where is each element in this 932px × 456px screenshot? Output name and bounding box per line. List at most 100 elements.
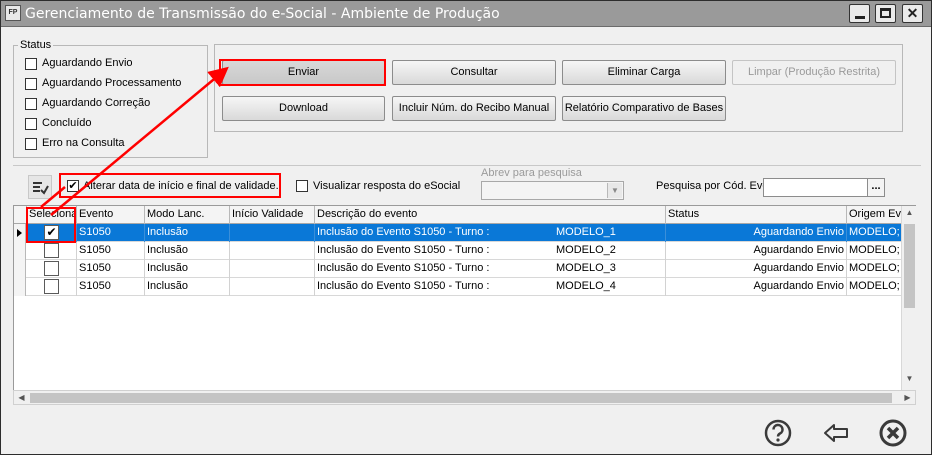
cell-evento: S1050 <box>77 242 145 260</box>
status-option-label: Aguardando Envio <box>42 57 133 69</box>
column-header-evento[interactable]: Evento <box>77 206 145 224</box>
status-checkbox[interactable] <box>25 118 37 130</box>
scroll-down-icon[interactable]: ▼ <box>902 372 917 386</box>
cell-descricao: Inclusão do Evento S1050 - Turno : MODEL… <box>315 242 666 260</box>
abrev-select[interactable]: ▼ <box>481 181 624 200</box>
back-button[interactable] <box>821 418 851 448</box>
status-checkbox[interactable] <box>25 78 37 90</box>
cell-origem: MODELO; <box>849 280 900 292</box>
eliminar-carga-button[interactable]: Eliminar Carga <box>562 60 726 85</box>
minimize-icon <box>855 16 865 19</box>
visualizar-resposta-checkbox[interactable] <box>296 180 308 192</box>
cell-evento: S1050 <box>77 260 145 278</box>
row-checkbox[interactable] <box>44 261 59 276</box>
separator <box>13 165 921 166</box>
row-indicator <box>14 242 26 260</box>
cell-descricao: Inclusão do Evento S1050 - Turno : MODEL… <box>315 260 666 278</box>
table-row[interactable]: S1050 Inclusão Inclusão do Evento S1050 … <box>14 260 901 278</box>
scroll-up-icon[interactable]: ▲ <box>902 206 917 220</box>
table-row[interactable]: ✔ S1050 Inclusão Inclusão do Evento S105… <box>14 224 901 242</box>
cell-status: Aguardando Envio <box>666 260 847 278</box>
cell-inicio <box>230 242 315 260</box>
status-option-label: Aguardando Processamento <box>42 77 182 89</box>
events-grid: Seleciona Evento Modo Lanc. Início Valid… <box>13 205 916 391</box>
cell-descricao: Inclusão do Evento S1050 - Turno : MODEL… <box>315 278 666 296</box>
main-window: FP Gerenciamento de Transmissão do e-Soc… <box>0 0 932 455</box>
pesquisa-input[interactable] <box>763 178 868 197</box>
vertical-scrollbar[interactable]: ▲ ▼ <box>901 206 916 390</box>
modelo-text: MODELO_2 <box>556 244 616 256</box>
close-x-icon: ✕ <box>906 5 919 21</box>
incluir-recibo-button[interactable]: Incluir Núm. do Recibo Manual <box>392 96 556 121</box>
close-button[interactable] <box>878 418 908 448</box>
descricao-text: Inclusão do Evento S1050 - Turno : <box>317 262 490 274</box>
select-all-button[interactable] <box>28 175 52 199</box>
table-row[interactable]: S1050 Inclusão Inclusão do Evento S1050 … <box>14 242 901 260</box>
header-indicator <box>14 206 27 224</box>
cell-modo: Inclusão <box>145 242 230 260</box>
limpar-button[interactable]: Limpar (Produção Restrita) <box>732 60 896 85</box>
descricao-text: Inclusão do Evento S1050 - Turno : <box>317 226 490 238</box>
back-arrow-icon <box>824 424 848 442</box>
cell-inicio <box>230 278 315 296</box>
cell-status: Aguardando Envio <box>666 278 847 296</box>
modelo-text: MODELO_3 <box>556 262 616 274</box>
maximize-icon <box>880 8 891 18</box>
row-indicator <box>14 278 26 296</box>
column-header-seleciona[interactable]: Seleciona <box>27 206 77 224</box>
status-option-label: Concluído <box>42 117 92 129</box>
status-option-label: Aguardando Correção <box>42 97 151 109</box>
column-header-modo[interactable]: Modo Lanc. <box>145 206 230 224</box>
window-close-button[interactable]: ✕ <box>902 4 923 23</box>
cell-origem: MODELO; <box>849 226 900 238</box>
horizontal-scrollbar[interactable]: ◀ ▶ <box>13 390 916 405</box>
status-checkbox[interactable] <box>25 98 37 110</box>
consultar-button[interactable]: Consultar <box>392 60 556 85</box>
status-checkbox[interactable] <box>25 58 37 70</box>
row-indicator <box>14 224 26 242</box>
cell-modo: Inclusão <box>145 224 230 242</box>
cell-origem: MODELO; <box>849 244 900 256</box>
close-icon <box>879 419 907 447</box>
cell-status: Aguardando Envio <box>666 224 847 242</box>
status-option-label: Erro na Consulta <box>42 137 125 149</box>
column-header-origem[interactable]: Origem Eve <box>847 206 901 224</box>
status-checkbox[interactable] <box>25 138 37 150</box>
abrev-label: Abrev para pesquisa <box>481 167 582 179</box>
alterar-validade-checkbox[interactable]: ✔ <box>67 180 79 192</box>
chevron-down-icon[interactable]: ▼ <box>607 183 622 198</box>
horizontal-scroll-thumb[interactable] <box>30 393 892 403</box>
cell-origem: MODELO; <box>849 262 900 274</box>
cell-modo: Inclusão <box>145 278 230 296</box>
scroll-left-icon[interactable]: ◀ <box>14 391 29 404</box>
descricao-text: Inclusão do Evento S1050 - Turno : <box>317 244 490 256</box>
cell-evento: S1050 <box>77 278 145 296</box>
column-header-inicio[interactable]: Início Validade <box>230 206 315 224</box>
cell-evento: S1050 <box>77 224 145 242</box>
help-icon <box>764 419 792 447</box>
relatorio-comparativo-button[interactable]: Relatório Comparativo de Bases <box>562 96 726 121</box>
pesquisa-browse-button[interactable]: ... <box>867 178 885 197</box>
scroll-right-icon[interactable]: ▶ <box>900 391 915 404</box>
row-checkbox[interactable]: ✔ <box>44 225 59 240</box>
minimize-button[interactable] <box>849 4 870 23</box>
download-button[interactable]: Download <box>222 96 385 121</box>
grid-header: Seleciona Evento Modo Lanc. Início Valid… <box>14 206 901 224</box>
cell-status: Aguardando Envio <box>666 242 847 260</box>
window-title: Gerenciamento de Transmissão do e-Social… <box>25 6 500 22</box>
row-checkbox[interactable] <box>44 279 59 294</box>
help-button[interactable] <box>763 418 793 448</box>
app-icon: FP <box>5 5 21 21</box>
vertical-scroll-thumb[interactable] <box>904 224 915 308</box>
column-header-descricao[interactable]: Descrição do evento <box>315 206 666 224</box>
maximize-button[interactable] <box>875 4 896 23</box>
row-checkbox[interactable] <box>44 243 59 258</box>
visualizar-resposta-label: Visualizar resposta do eSocial <box>313 180 461 192</box>
enviar-button[interactable]: Enviar <box>222 60 385 85</box>
checklist-icon <box>33 182 49 195</box>
table-row[interactable]: S1050 Inclusão Inclusão do Evento S1050 … <box>14 278 901 296</box>
cell-modo: Inclusão <box>145 260 230 278</box>
current-row-arrow-icon <box>17 229 22 237</box>
column-header-status[interactable]: Status <box>666 206 847 224</box>
row-indicator <box>14 260 26 278</box>
